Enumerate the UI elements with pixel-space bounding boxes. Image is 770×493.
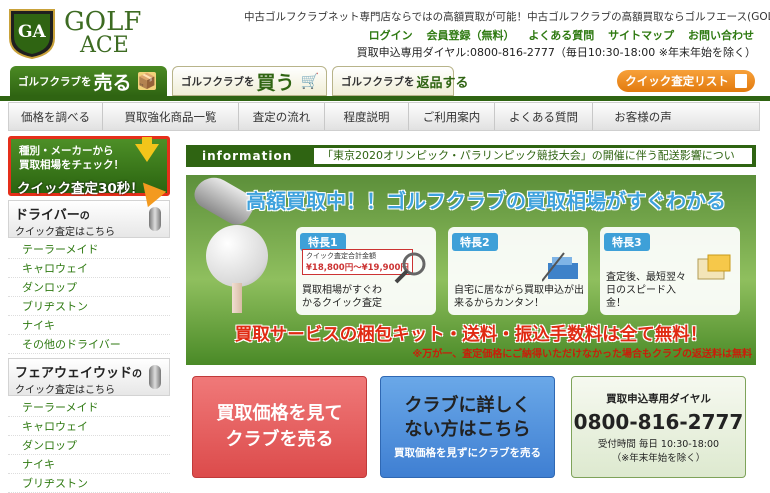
beginner-sell-button[interactable]: クラブに詳しく ない方はこちら 買取価格を見ずにクラブを売る: [380, 376, 555, 478]
tab-sell-prefix: ゴルフクラブを: [18, 75, 92, 88]
down-arrow-icon: [135, 144, 159, 162]
feature-card-2: 特長2 自宅に居ながら買取申込が出来るからカンタン！: [448, 227, 588, 315]
nav-usage-guide[interactable]: ご利用案内: [409, 103, 495, 130]
phone-box-label: 買取申込専用ダイヤル: [606, 392, 711, 405]
driver-maker-item[interactable]: その他のドライバー: [8, 335, 170, 354]
faq-link[interactable]: よくある質問: [528, 29, 594, 42]
beginner-button-sub: 買取価格を見ずにクラブを売る: [394, 447, 541, 459]
feature-desc-1: 買取相場がすぐわかるクイック査定: [302, 285, 382, 309]
fairway-maker-item[interactable]: ダンロップ: [8, 436, 170, 455]
nav-divider: [0, 96, 770, 101]
register-link[interactable]: 会員登録（無料）: [426, 29, 514, 42]
feature-desc-3: 査定後、最短翌々日のスピード入金！: [606, 272, 686, 309]
sell-with-price-button[interactable]: 買取価格を見て クラブを売る: [192, 376, 367, 478]
nav-assessment-flow[interactable]: 査定の流れ: [239, 103, 325, 130]
phone-contact-box: 買取申込専用ダイヤル 0800-816-2777 受付時間 毎日 10:30-1…: [571, 376, 746, 478]
fairway-maker-item[interactable]: キャロウェイ: [8, 417, 170, 436]
fairway-header[interactable]: フェアウェイウッドの クイック査定はこちら: [8, 358, 170, 396]
hero-title: 高額買取中！！ゴルフクラブの買取相場がすぐわかる: [246, 189, 726, 213]
header-links: ログイン 会員登録（無料） よくある質問 サイトマップ お問い合わせ: [359, 27, 754, 43]
nav-faq[interactable]: よくある質問: [495, 103, 593, 130]
magnifier-icon: [394, 252, 426, 284]
shipping-kit-icon: [542, 252, 578, 282]
logo-monogram: GA: [18, 22, 46, 42]
feature-card-3: 特長3 査定後、最短翌々日のスピード入金！: [600, 227, 740, 315]
fairway-maker-item[interactable]: ナイキ: [8, 455, 170, 474]
feature-desc-2: 自宅に居ながら買取申込が出来るからカンタン！: [454, 285, 584, 309]
nav-condition-guide[interactable]: 程度説明: [325, 103, 409, 130]
feature-badge-3: 特長3: [604, 233, 650, 251]
sitemap-link[interactable]: サイトマップ: [608, 29, 674, 42]
sell-button-line-2: クラブを売る: [225, 429, 334, 450]
phone-note: （※年末年始を除く）: [611, 452, 706, 464]
fairway-maker-item[interactable]: ブリヂストン: [8, 474, 170, 493]
news-ticker-link[interactable]: 「東京2020オリンピック・パラリンピック競技大会」の開催に伴う配送影響につい: [314, 148, 752, 164]
information-bar: information 「東京2020オリンピック・パラリンピック競技大会」の開…: [186, 145, 756, 167]
beginner-button-line-2: ない方はこちら: [404, 419, 531, 440]
banner-text: 種別・メーカーから 買取相場をチェック！: [19, 144, 124, 172]
login-link[interactable]: ログイン: [369, 29, 413, 42]
logo-wordmark: GOLF ACE: [64, 7, 142, 58]
golf-ball-icon: [206, 225, 268, 287]
cart-icon: 🛒: [300, 72, 320, 90]
beginner-button-line-1: クラブに詳しく: [404, 395, 531, 416]
tab-sell[interactable]: ゴルフクラブを 売る 📦: [10, 66, 167, 96]
free-return-note: ※万が一、査定価格にご納得いただけなかった場合もクラブの返送料は無料: [412, 349, 752, 360]
tab-sell-label: 売る: [93, 71, 132, 94]
fairway-maker-list: テーラーメイド キャロウェイ ダンロップ ナイキ ブリヂストン: [8, 398, 170, 493]
driver-club-icon: [149, 207, 161, 231]
tab-buy-prefix: ゴルフクラブを: [181, 75, 255, 88]
fairway-subtitle: クイック査定はこちら: [15, 385, 115, 396]
driver-subtitle: クイック査定はこちら: [15, 227, 115, 238]
driver-maker-item[interactable]: ナイキ: [8, 316, 170, 335]
tab-return[interactable]: ゴルフクラブを 返品する: [332, 66, 469, 96]
box-icon: 📦: [137, 72, 157, 90]
logo-word-golf: GOLF: [64, 7, 142, 37]
tab-buy-label: 買う: [256, 71, 295, 94]
price-sample-label: クイック査定合計金額: [306, 252, 376, 260]
driver-maker-list: テーラーメイド キャロウェイ ダンロップ ブリヂストン ナイキ その他のドライバ…: [8, 240, 170, 354]
banner-line-2: 買取相場をチェック！: [19, 159, 124, 171]
information-label: information: [202, 149, 293, 163]
global-nav: 価格を調べる 買取強化商品一覧 査定の流れ 程度説明 ご利用案内 よくある質問 …: [8, 102, 760, 131]
nav-price-search[interactable]: 価格を調べる: [9, 103, 103, 130]
header-phone: 買取申込専用ダイヤル:0800-816-2777（毎日10:30-18:00 ※…: [356, 46, 756, 59]
phone-number[interactable]: 0800-816-2777: [574, 410, 744, 434]
fairway-title: フェアウェイウッド: [15, 366, 133, 381]
driver-maker-item[interactable]: キャロウェイ: [8, 259, 170, 278]
nav-reviews[interactable]: お客様の声: [593, 103, 693, 130]
driver-title: ドライバー: [15, 208, 80, 223]
contact-link[interactable]: お問い合わせ: [688, 29, 754, 42]
feature-card-1: 特長1 クイック査定合計金額 ¥18,800円〜¥19,900円 買取相場がすぐ…: [296, 227, 436, 315]
fairway-club-icon: [149, 365, 161, 389]
free-service-headline: 買取サービスの梱包キット・送料・振込手数料は全て無料！: [234, 325, 708, 345]
header-tagline: 中古ゴルフクラブネット専門店ならではの高額買取が可能！中古ゴルフクラブの高額買取…: [244, 11, 770, 23]
driver-title-suffix: の: [79, 211, 90, 222]
list-icon: [734, 74, 747, 88]
driver-maker-item[interactable]: ダンロップ: [8, 278, 170, 297]
fairway-title-suffix: の: [132, 369, 143, 380]
sell-button-line-1: 買取価格を見て: [216, 403, 343, 424]
tab-return-label: 返品する: [416, 75, 469, 91]
banner-line-1: 種別・メーカーから: [19, 145, 114, 157]
quick-list-button[interactable]: クイック査定リスト: [617, 70, 755, 92]
quick-list-label: クイック査定リスト: [625, 74, 729, 88]
golf-tee-icon: [232, 283, 242, 313]
tab-buy[interactable]: ゴルフクラブを 買う 🛒: [172, 66, 327, 96]
driver-maker-item[interactable]: ブリヂストン: [8, 297, 170, 316]
payment-icon: [697, 254, 731, 280]
feature-badge-2: 特長2: [452, 233, 498, 251]
hero-banner[interactable]: 高額買取中！！ゴルフクラブの買取相場がすぐわかる 特長1 クイック査定合計金額 …: [186, 175, 756, 365]
nav-featured-items[interactable]: 買取強化商品一覧: [103, 103, 239, 130]
tab-return-prefix: ゴルフクラブを: [341, 75, 415, 88]
site-logo[interactable]: GA GOLF ACE: [8, 4, 148, 62]
banner-headline: クイック査定30秒！: [17, 181, 144, 197]
phone-hours: 受付時間 毎日 10:30-18:00: [597, 438, 720, 450]
fairway-maker-item[interactable]: テーラーメイド: [8, 398, 170, 417]
driver-maker-item[interactable]: テーラーメイド: [8, 240, 170, 259]
logo-word-ace: ACE: [80, 33, 129, 58]
